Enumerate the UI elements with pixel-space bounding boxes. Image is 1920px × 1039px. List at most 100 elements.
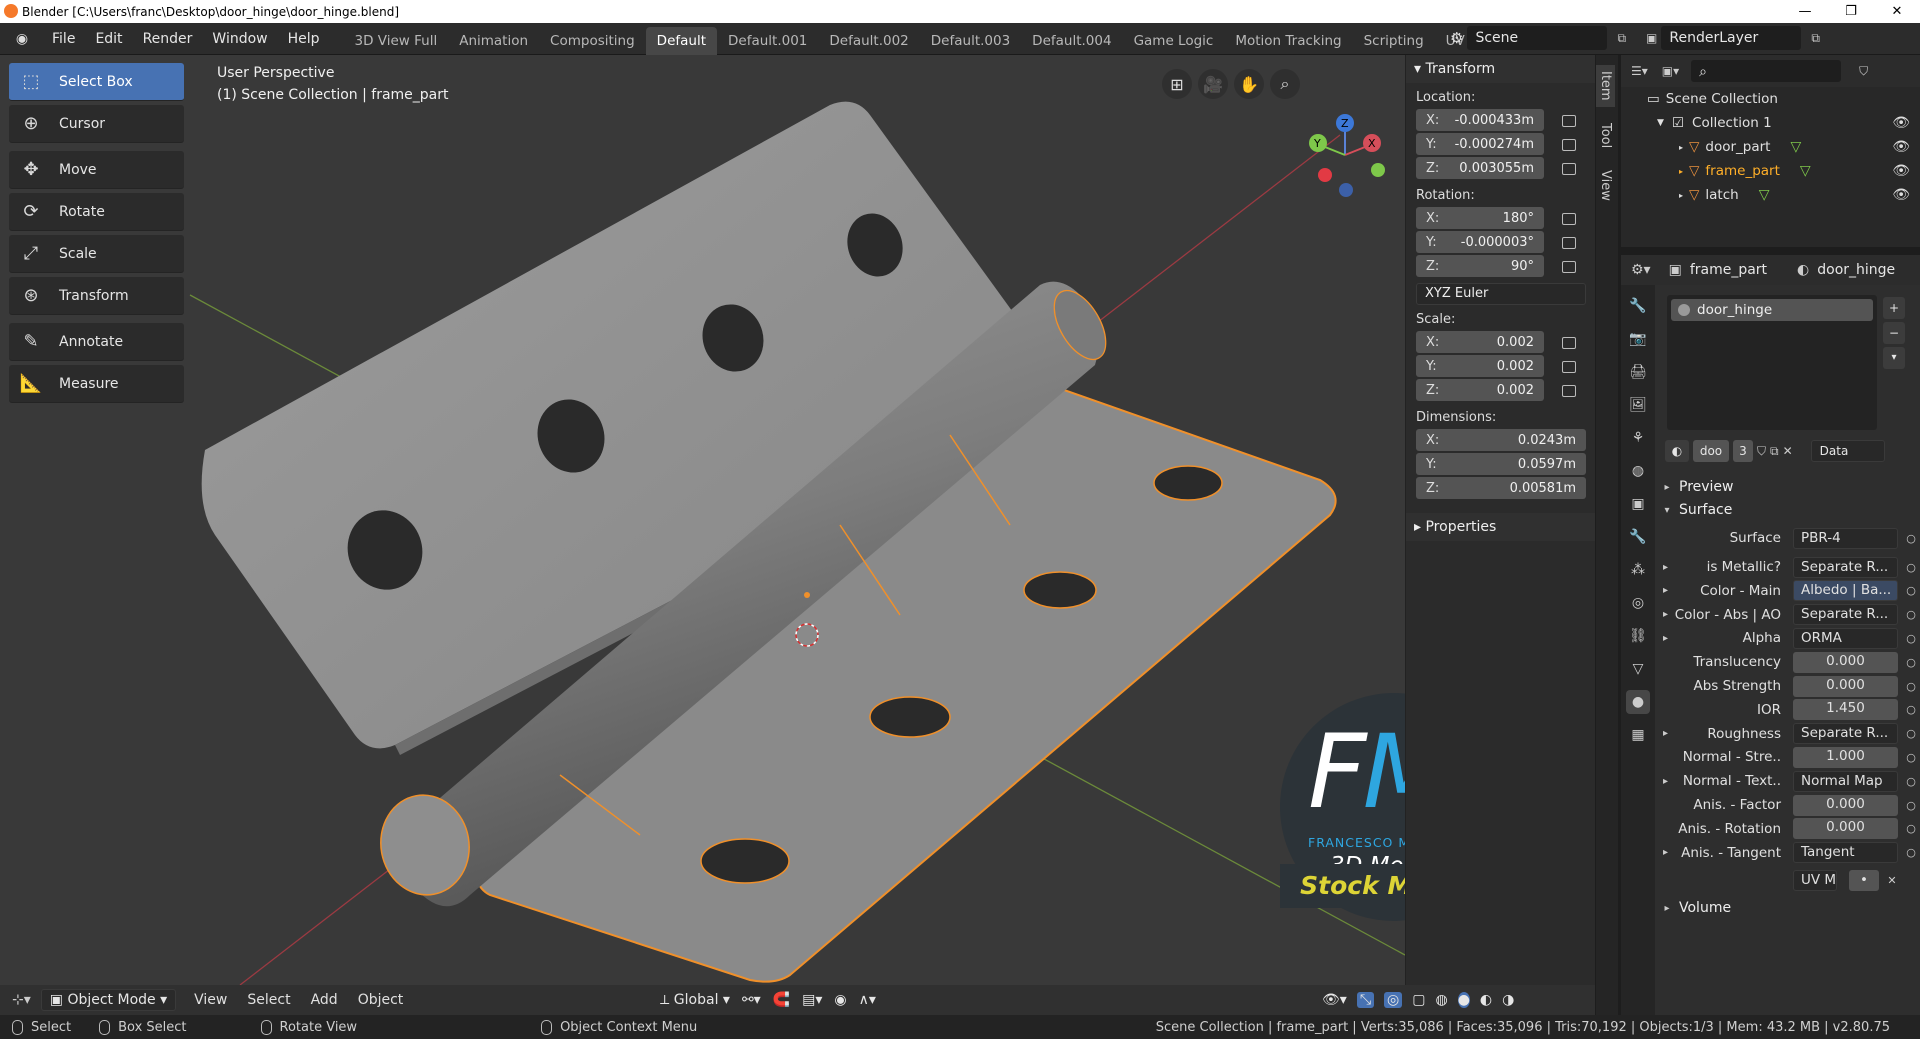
- rendered-shading-icon[interactable]: ◑: [1502, 992, 1514, 1008]
- pan-hand-icon[interactable]: ✋: [1234, 69, 1264, 99]
- outliner-search-input[interactable]: ⌕: [1691, 60, 1842, 82]
- material-input-value[interactable]: Tangent: [1793, 842, 1898, 864]
- snap-target-icon[interactable]: ▤▾: [802, 992, 822, 1008]
- editor-type-icon[interactable]: ⚙▾: [1631, 262, 1651, 278]
- visibility-icon[interactable]: 👁▾: [1322, 992, 1347, 1008]
- tab-animation[interactable]: Animation: [448, 27, 539, 55]
- scene-icon[interactable]: ⚙: [1450, 29, 1463, 47]
- rotation-z-field[interactable]: Z: 90°: [1416, 255, 1544, 277]
- render-layer-icon[interactable]: ▣: [1646, 31, 1657, 45]
- socket-icon[interactable]: ○: [1904, 680, 1918, 693]
- checkbox-icon[interactable]: ☑: [1672, 115, 1684, 131]
- tab-compositing[interactable]: Compositing: [539, 27, 646, 55]
- socket-icon[interactable]: ○: [1904, 822, 1918, 835]
- add-slot-button[interactable]: +: [1883, 297, 1905, 319]
- object-data-icon[interactable]: ▽: [1626, 657, 1650, 681]
- fake-user-icon[interactable]: ⛉: [1757, 444, 1766, 459]
- close-button[interactable]: ✕: [1874, 0, 1920, 23]
- tool-cursor[interactable]: ⊕ Cursor: [9, 105, 184, 143]
- socket-icon[interactable]: ○: [1904, 632, 1918, 645]
- remove-slot-button[interactable]: −: [1883, 322, 1905, 344]
- scale-y-field[interactable]: Y: 0.002: [1416, 355, 1544, 377]
- new-layer-icon[interactable]: ⧉: [1811, 31, 1820, 46]
- visibility-eye-icon[interactable]: 👁: [1892, 139, 1910, 155]
- dimensions-z-field[interactable]: Z: 0.00581m: [1416, 477, 1586, 499]
- grid-view-icon[interactable]: ⊞: [1162, 69, 1192, 99]
- texture-icon[interactable]: ▦: [1626, 723, 1650, 747]
- lock-icon[interactable]: [1562, 385, 1576, 397]
- rotation-mode-select[interactable]: XYZ Euler: [1416, 283, 1586, 305]
- socket-icon[interactable]: ○: [1904, 751, 1918, 764]
- new-scene-icon[interactable]: ⧉: [1617, 31, 1626, 46]
- pivot-point-icon[interactable]: ⚯▾: [742, 992, 761, 1008]
- uv-map-select[interactable]: UV M: [1793, 869, 1837, 891]
- menu-render[interactable]: Render: [133, 23, 203, 55]
- 3d-viewport[interactable]: Z X Y User Perspective (1) Scene Collect…: [0, 55, 1595, 1015]
- output-icon[interactable]: 🖨: [1626, 360, 1650, 384]
- tool-select-box[interactable]: ⬚ Select Box: [9, 63, 184, 101]
- material-input-value[interactable]: 0.000: [1793, 675, 1898, 697]
- material-input-value[interactable]: Separate R...: [1793, 556, 1898, 578]
- expand-arrow-icon[interactable]: ▸: [1663, 776, 1668, 787]
- menu-object[interactable]: Object: [348, 992, 414, 1008]
- dimensions-x-field[interactable]: X: 0.0243m: [1416, 429, 1586, 451]
- rotation-x-field[interactable]: X: 180°: [1416, 207, 1544, 229]
- material-shading-icon[interactable]: ◐: [1480, 992, 1492, 1008]
- visibility-eye-icon[interactable]: 👁: [1892, 163, 1910, 179]
- lock-icon[interactable]: [1562, 115, 1576, 127]
- socket-icon[interactable]: ○: [1904, 846, 1918, 859]
- socket-icon[interactable]: ○: [1904, 561, 1918, 574]
- socket-icon[interactable]: ○: [1904, 608, 1918, 621]
- tab-default-004[interactable]: Default.004: [1021, 27, 1122, 55]
- tool-transform[interactable]: ⊛ Transform: [9, 277, 184, 315]
- material-input-value[interactable]: 1.000: [1793, 746, 1898, 768]
- object-mode-select[interactable]: ▣ Object Mode ▾: [40, 989, 177, 1011]
- tab-default[interactable]: Default: [645, 26, 717, 55]
- lock-icon[interactable]: [1562, 237, 1576, 249]
- tool-rotate[interactable]: ⟳ Rotate: [9, 193, 184, 231]
- render-icon[interactable]: 📷: [1626, 327, 1650, 351]
- outliner-item-latch[interactable]: ▸ ▽ latch ▽ 👁: [1621, 183, 1920, 207]
- lock-icon[interactable]: [1562, 213, 1576, 225]
- tool-move[interactable]: ✥ Move: [9, 151, 184, 189]
- tab-tool[interactable]: Tool: [1596, 117, 1615, 154]
- scene-icon[interactable]: ⚘: [1626, 426, 1650, 450]
- dimensions-y-field[interactable]: Y: 0.0597m: [1416, 453, 1586, 475]
- properties-panel-title[interactable]: ▸ Properties: [1406, 513, 1595, 541]
- minimize-button[interactable]: —: [1782, 0, 1828, 23]
- falloff-icon[interactable]: ∧▾: [859, 992, 876, 1008]
- outliner-scene-collection[interactable]: ▭ Scene Collection: [1621, 87, 1920, 111]
- material-input-value[interactable]: Separate R...: [1793, 604, 1898, 626]
- transform-panel-title[interactable]: ▾ Transform: [1406, 55, 1595, 83]
- close-icon[interactable]: ✕: [1885, 874, 1899, 887]
- material-input-value[interactable]: Albedo | Ba...: [1793, 580, 1898, 602]
- tab-3d-view-full[interactable]: 3D View Full: [344, 27, 449, 55]
- tool-annotate[interactable]: ✎ Annotate: [9, 323, 184, 361]
- outliner-collection[interactable]: ▼ ☑ Collection 1 👁: [1621, 111, 1920, 135]
- menu-add[interactable]: Add: [301, 992, 348, 1008]
- transform-orientation-select[interactable]: ⟂ Global ▾: [660, 992, 730, 1008]
- outliner-item-door-part[interactable]: ▸ ▽ door_part ▽ 👁: [1621, 135, 1920, 159]
- object-properties-icon[interactable]: ▣: [1626, 492, 1650, 516]
- material-input-value[interactable]: 0.000: [1793, 818, 1898, 840]
- material-input-value[interactable]: Normal Map: [1793, 770, 1898, 792]
- lock-icon[interactable]: [1562, 361, 1576, 373]
- uv-dot-button[interactable]: •: [1849, 869, 1879, 891]
- tab-default-003[interactable]: Default.003: [920, 27, 1021, 55]
- rotation-y-field[interactable]: Y: -0.000003°: [1416, 231, 1544, 253]
- lock-icon[interactable]: [1562, 139, 1576, 151]
- overlay-icon[interactable]: ◎: [1384, 992, 1403, 1008]
- proportional-edit-icon[interactable]: ◉: [834, 992, 846, 1008]
- preview-section[interactable]: ▸ Preview: [1655, 475, 1920, 499]
- socket-icon[interactable]: ○: [1904, 532, 1918, 545]
- material-users-count[interactable]: 3: [1733, 440, 1753, 462]
- modifier-icon[interactable]: 🔧: [1626, 525, 1650, 549]
- duplicate-material-icon[interactable]: ⧉: [1770, 444, 1779, 459]
- slot-menu-button[interactable]: ▾: [1883, 347, 1905, 369]
- tab-motion-tracking[interactable]: Motion Tracking: [1224, 27, 1352, 55]
- unlink-material-icon[interactable]: ✕: [1783, 444, 1793, 458]
- hinge-model-render[interactable]: Z X Y: [0, 55, 1405, 985]
- lock-icon[interactable]: [1562, 337, 1576, 349]
- visibility-eye-icon[interactable]: 👁: [1892, 115, 1910, 131]
- camera-view-icon[interactable]: 🎥: [1198, 69, 1228, 99]
